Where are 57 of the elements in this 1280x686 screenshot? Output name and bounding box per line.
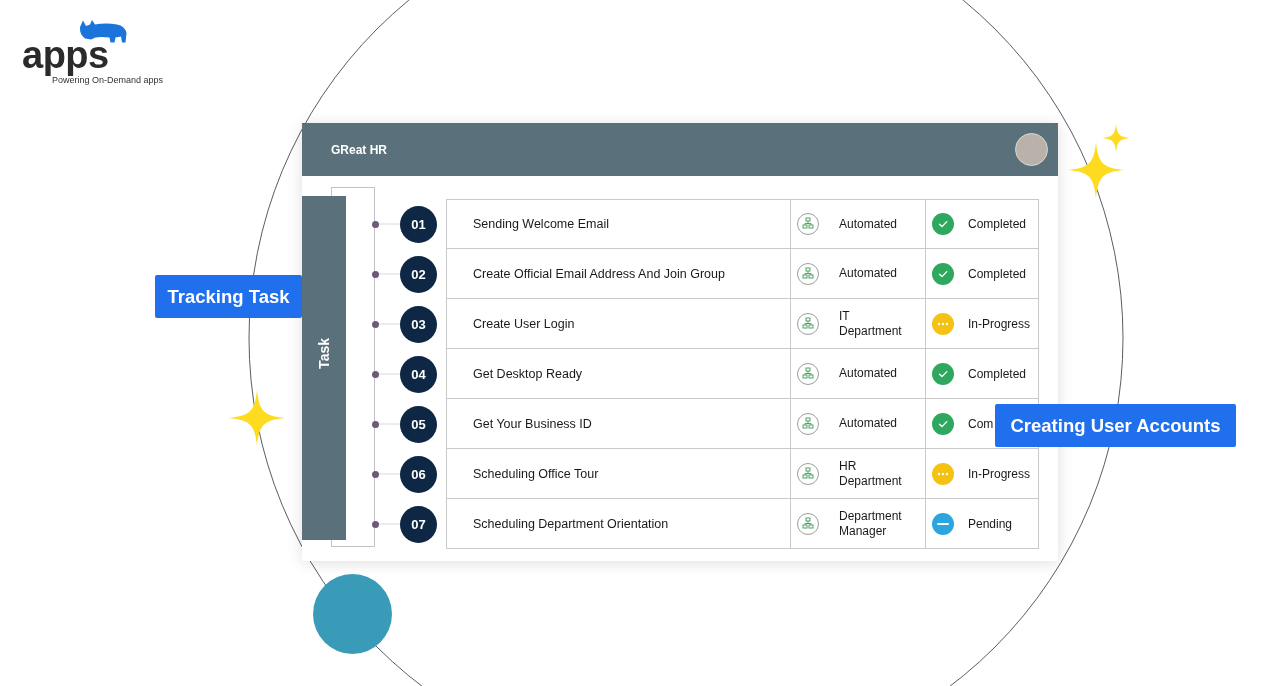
- logo-tagline: Powering On-Demand apps: [52, 75, 164, 86]
- rhino-icon: [78, 20, 127, 43]
- timeline-dot-icon: [372, 320, 379, 328]
- timeline-dot-icon: [372, 220, 379, 228]
- status-label: Completed: [968, 366, 1027, 381]
- org-chart-icon: [797, 362, 819, 385]
- check-icon: [932, 362, 954, 385]
- task-name: Scheduling Department Orientation: [446, 499, 791, 549]
- step-number: 03: [400, 305, 437, 343]
- status-label: Completed: [968, 266, 1027, 281]
- task-name: Sending Welcome Email: [446, 199, 791, 249]
- step-number: 07: [400, 505, 437, 543]
- timeline-dot-icon: [372, 270, 379, 278]
- logo-wordmark: apps: [22, 36, 109, 74]
- avatar[interactable]: [1015, 133, 1048, 166]
- callout-label: Tracking Task: [155, 275, 302, 318]
- assignee-label: Automated: [839, 366, 898, 381]
- task-name: Get Your Business ID: [446, 399, 791, 449]
- minus-icon: [932, 512, 954, 535]
- org-chart-icon: [797, 312, 819, 335]
- assignee-label: Department Manager: [839, 508, 903, 539]
- task-name: Create User Login: [446, 299, 791, 349]
- check-icon: [932, 213, 954, 235]
- step-number: 01: [400, 205, 437, 243]
- org-chart-icon: [797, 213, 819, 235]
- timeline-dot-icon: [372, 520, 379, 528]
- timeline-dot-icon: [372, 420, 379, 428]
- step-number: 02: [400, 255, 437, 293]
- status-label: Pending: [968, 516, 1013, 531]
- step-number: 06: [400, 455, 437, 493]
- timeline-dot-icon: [372, 370, 379, 378]
- ellipsis-icon: [932, 462, 954, 485]
- org-chart-icon: [797, 262, 819, 285]
- assignee-label: Automated: [839, 216, 898, 232]
- ellipsis-icon: [932, 312, 954, 335]
- assignee-label: Automated: [839, 416, 898, 431]
- step-number: 04: [400, 355, 437, 393]
- status-label: In-Progress: [968, 466, 1031, 481]
- section-label: Task: [302, 196, 346, 540]
- step-number: 05: [400, 405, 437, 443]
- timeline-dot-icon: [372, 470, 379, 478]
- org-chart-icon: [797, 412, 819, 435]
- task-name: Scheduling Office Tour: [446, 449, 791, 499]
- status-label: Completed: [968, 217, 1027, 231]
- status-label: In-Progress: [968, 316, 1031, 331]
- app-title: GReat HR: [331, 142, 387, 157]
- assignee-label: HR Department: [839, 458, 903, 489]
- task-name: Get Desktop Ready: [446, 349, 791, 399]
- task-name: Create Official Email Address And Join Group: [446, 249, 791, 299]
- assignee-label: Automated: [839, 266, 898, 281]
- check-icon: [932, 262, 954, 285]
- status-label: Com: [968, 416, 994, 431]
- callout-label: Creating User Accounts: [995, 404, 1236, 447]
- assignee-label: IT Department: [839, 308, 903, 339]
- org-chart-icon: [797, 512, 819, 535]
- org-chart-icon: [797, 462, 819, 485]
- check-icon: [932, 412, 954, 435]
